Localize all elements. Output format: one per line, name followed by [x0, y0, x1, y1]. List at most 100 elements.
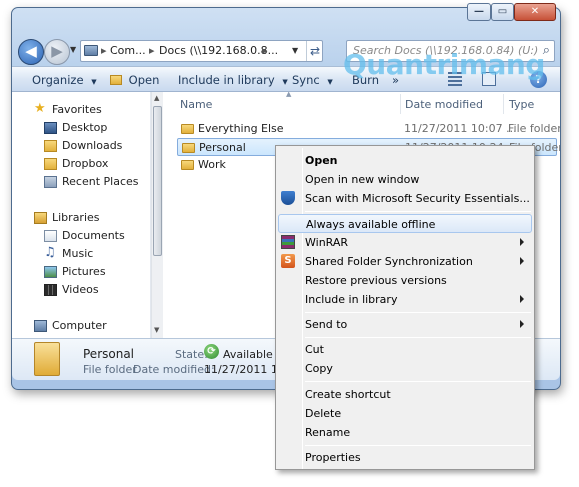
sync-button[interactable]: Sync ▼	[292, 71, 333, 89]
open-label: Open	[128, 73, 160, 87]
back-button[interactable]: ◀	[18, 39, 44, 65]
breadcrumb-separator-icon: ▸	[149, 44, 155, 57]
file-name: Personal	[199, 141, 246, 154]
nav-label: Desktop	[62, 121, 108, 134]
column-header-name[interactable]: Name	[180, 96, 212, 114]
scroll-down-icon[interactable]: ▼	[154, 326, 159, 334]
maximize-button[interactable]: ▭	[491, 3, 514, 21]
minimize-button[interactable]: —	[467, 3, 491, 21]
menu-item-restore-previous[interactable]: Restore previous versions	[278, 271, 532, 290]
breadcrumb-separator-icon: ▸	[262, 44, 268, 57]
menu-item-send-to[interactable]: Send to	[278, 315, 532, 334]
file-date: 11/27/2011 10:07 ...	[404, 122, 517, 135]
menu-item-winrar[interactable]: WinRAR	[278, 233, 532, 252]
nav-label: Libraries	[52, 211, 100, 224]
menu-label: Send to	[305, 318, 348, 331]
menu-item-rename[interactable]: Rename	[278, 423, 532, 442]
menu-label: WinRAR	[305, 236, 349, 249]
nav-label: Recent Places	[62, 175, 139, 188]
menu-label: Shared Folder Synchronization	[305, 255, 473, 268]
menu-item-copy[interactable]: Copy	[278, 359, 532, 378]
menu-item-properties[interactable]: Properties	[278, 448, 532, 467]
menu-item-create-shortcut[interactable]: Create shortcut	[278, 385, 532, 404]
pictures-icon	[44, 266, 57, 278]
column-header-type[interactable]: Type	[509, 96, 534, 114]
desktop-icon	[44, 122, 57, 134]
address-bar[interactable]: ▸ Com... ▸ Docs (\\192.168.0.8... ▸ ▼ ⇄	[80, 40, 323, 62]
column-header-date-modified[interactable]: Date modified	[405, 96, 483, 114]
menu-label: Rename	[305, 426, 351, 439]
menu-label: Cut	[305, 343, 324, 356]
watermark-logo: Quantrimang	[343, 48, 545, 81]
nav-label: Downloads	[62, 139, 123, 152]
refresh-icon[interactable]: ⇄	[306, 41, 322, 61]
recent-pages-dropdown[interactable]: ▼	[70, 44, 78, 56]
music-icon: ♫	[44, 245, 56, 260]
dropbox-folder-icon	[44, 158, 57, 170]
videos-icon	[44, 284, 57, 296]
scrollbar-thumb[interactable]	[153, 106, 162, 256]
menu-item-cut[interactable]: Cut	[278, 340, 532, 359]
menu-label: Properties	[305, 451, 361, 464]
nav-label: Videos	[62, 283, 99, 296]
chevron-down-icon: ▼	[327, 78, 333, 86]
breadcrumb-computer[interactable]: Com...	[110, 41, 146, 61]
details-name: Personal	[83, 347, 135, 361]
file-name: Everything Else	[198, 122, 284, 135]
include-in-library-button[interactable]: Include in library ▼	[178, 71, 288, 89]
nav-label: Pictures	[62, 265, 106, 278]
forward-button[interactable]: ▶	[44, 39, 70, 65]
menu-label: Always available offline	[306, 218, 436, 231]
submenu-arrow-icon	[520, 238, 524, 246]
star-icon: ★	[34, 101, 46, 116]
menu-separator	[305, 312, 531, 313]
file-type: File folder	[508, 122, 560, 135]
sync-available-icon: ⟳	[204, 344, 219, 359]
menu-label: Include in library	[305, 293, 398, 306]
arrow-right-icon: ▶	[51, 42, 63, 60]
menu-item-shared-folder-sync[interactable]: S Shared Folder Synchronization	[278, 252, 532, 271]
chevron-down-icon: ▼	[282, 78, 288, 86]
computer-icon	[84, 45, 98, 56]
nav-label: Computer	[52, 319, 107, 332]
sync-label: Sync	[292, 73, 320, 87]
column-divider[interactable]	[503, 94, 504, 114]
file-name: Work	[198, 158, 226, 171]
include-in-library-label: Include in library	[178, 73, 275, 87]
details-state-label: State:	[175, 348, 208, 361]
winrar-icon	[281, 235, 295, 249]
sort-indicator-icon: ▲	[286, 92, 292, 98]
organize-button[interactable]: Organize ▼	[32, 71, 97, 89]
column-divider[interactable]	[400, 94, 401, 114]
menu-item-open-new-window[interactable]: Open in new window	[278, 170, 532, 189]
breadcrumb-docs[interactable]: Docs (\\192.168.0.8...	[159, 41, 278, 61]
menu-separator	[305, 381, 531, 382]
folder-icon	[181, 160, 194, 170]
computer-icon	[34, 320, 47, 332]
organize-label: Organize	[32, 73, 84, 87]
arrow-left-icon: ◀	[25, 42, 37, 60]
scroll-up-icon[interactable]: ▲	[154, 94, 159, 102]
details-date-label: Date modified:	[133, 363, 215, 376]
navigation-scrollbar[interactable]: ▲ ▼	[151, 92, 163, 338]
chevron-down-icon: ▼	[70, 45, 77, 54]
folder-open-icon	[110, 75, 122, 85]
open-button[interactable]: Open	[110, 71, 159, 89]
nav-label: Dropbox	[62, 157, 109, 170]
menu-item-always-offline[interactable]: Always available offline	[278, 214, 532, 233]
nav-label: Music	[62, 247, 94, 260]
navigation-pane: ★ Favorites Desktop Downloads Dropbox Re…	[12, 92, 151, 338]
submenu-arrow-icon	[520, 320, 524, 328]
menu-item-include-in-library[interactable]: Include in library	[278, 290, 532, 309]
details-state-value: Available	[223, 348, 273, 361]
menu-item-open[interactable]: Open	[278, 151, 532, 170]
menu-item-delete[interactable]: Delete	[278, 404, 532, 423]
file-row-everything-else[interactable]: Everything Else 11/27/2011 10:07 ... Fil…	[177, 120, 560, 138]
documents-icon	[44, 230, 57, 242]
submenu-arrow-icon	[520, 295, 524, 303]
address-dropdown-icon[interactable]: ▼	[292, 41, 298, 61]
security-essentials-icon	[281, 191, 295, 205]
menu-item-scan[interactable]: Scan with Microsoft Security Essentials.…	[278, 189, 532, 208]
nav-label: Documents	[62, 229, 125, 242]
close-button[interactable]: ✕	[514, 3, 556, 21]
